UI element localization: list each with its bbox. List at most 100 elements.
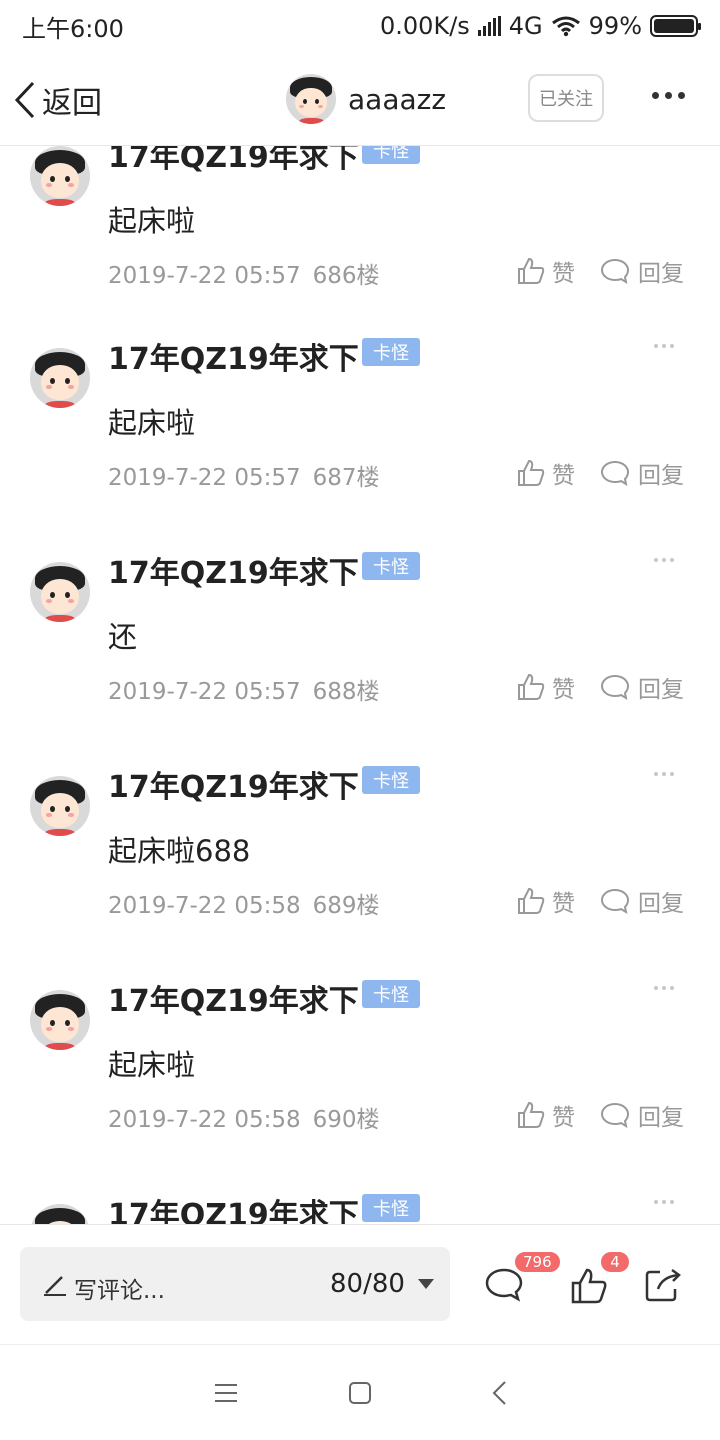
pencil-icon — [44, 1276, 66, 1296]
share-icon[interactable] — [644, 1267, 682, 1303]
like-button[interactable]: 赞 — [516, 670, 575, 704]
post-time: 2019-7-22 05:58 — [108, 893, 301, 919]
floor-number: 686楼 — [312, 263, 380, 289]
post-meta: 2019-7-22 05:57 686楼 — [108, 256, 380, 290]
comment-count-badge: 796 — [514, 1251, 561, 1273]
post-more-icon[interactable] — [654, 986, 674, 990]
floor-number: 687楼 — [312, 465, 380, 491]
thumb-up-icon — [518, 887, 545, 914]
author-name[interactable]: 17年QZ19年求下 — [108, 762, 359, 806]
like-button[interactable]: 赞 — [516, 1098, 575, 1132]
level-badge: 卡怪 — [362, 146, 420, 164]
avatar[interactable] — [30, 776, 90, 836]
bottom-action-bar: 写评论... 80/80 796 4 — [0, 1224, 720, 1344]
network-type: 4G — [508, 12, 543, 40]
post-content: 起床啦 — [108, 406, 196, 440]
comment-placeholder: 写评论... — [74, 1278, 165, 1304]
reply-label: 回复 — [638, 891, 684, 917]
reply-label: 回复 — [638, 261, 684, 287]
home-icon[interactable] — [348, 1381, 372, 1405]
menu-icon[interactable] — [214, 1381, 238, 1405]
reply-label: 回复 — [638, 677, 684, 703]
like-label: 赞 — [552, 891, 575, 917]
thumb-up-icon — [518, 257, 545, 284]
list-item: 17年QZ19年求下 卡怪 还 2019-7-22 05:57 688楼 赞 回复 — [0, 552, 720, 776]
avatar[interactable] — [30, 562, 90, 622]
author-name[interactable]: 17年QZ19年求下 — [108, 548, 359, 592]
like-label: 赞 — [552, 463, 575, 489]
wifi-icon — [551, 16, 580, 37]
chat-bubble-icon — [600, 258, 630, 285]
status-time: 上午6:00 — [22, 14, 124, 43]
thumb-up-icon[interactable] — [570, 1267, 608, 1305]
comments-icon[interactable] — [484, 1267, 524, 1303]
thumb-up-icon — [518, 1101, 545, 1128]
level-badge: 卡怪 — [362, 338, 420, 366]
thread-owner[interactable]: aaaazz — [286, 74, 446, 124]
status-indicators: 0.00K/s 4G 99% — [380, 12, 701, 40]
author-name[interactable]: 17年QZ19年求下 — [108, 146, 359, 176]
back-nav-icon[interactable] — [490, 1381, 510, 1405]
thumb-up-icon — [518, 459, 545, 486]
floor-number: 688楼 — [312, 679, 380, 705]
list-item: 17年QZ19年求下 卡怪 — [0, 1194, 720, 1224]
like-label: 赞 — [552, 677, 575, 703]
more-menu-icon[interactable] — [652, 92, 685, 99]
list-item: 17年QZ19年求下 卡怪 起床啦 2019-7-22 05:58 690楼 赞 … — [0, 980, 720, 1204]
thumb-up-icon — [518, 673, 545, 700]
avatar[interactable] — [30, 146, 90, 206]
post-meta: 2019-7-22 05:58 689楼 — [108, 886, 380, 920]
avatar[interactable] — [30, 1204, 90, 1224]
chat-bubble-icon — [600, 1102, 630, 1129]
post-content: 起床啦 — [108, 1048, 196, 1082]
reply-button[interactable]: 回复 — [600, 1098, 684, 1132]
top-nav: 返回 aaaazz 已关注 — [0, 52, 720, 146]
post-time: 2019-7-22 05:57 — [108, 465, 301, 491]
post-content: 还 — [108, 620, 138, 654]
floor-number: 690楼 — [312, 1107, 380, 1133]
reply-button[interactable]: 回复 — [600, 254, 684, 288]
post-more-icon[interactable] — [654, 344, 674, 348]
back-button[interactable]: 返回 — [14, 78, 102, 122]
comment-input[interactable]: 写评论... 80/80 — [20, 1247, 450, 1321]
like-button[interactable]: 赞 — [516, 884, 575, 918]
username: aaaazz — [348, 82, 447, 116]
list-item: 17年QZ19年求下 卡怪 起床啦 2019-7-22 05:57 687楼 赞 … — [0, 338, 720, 562]
reply-button[interactable]: 回复 — [600, 884, 684, 918]
post-more-icon[interactable] — [654, 772, 674, 776]
author-name[interactable]: 17年QZ19年求下 — [108, 976, 359, 1020]
post-meta: 2019-7-22 05:57 688楼 — [108, 672, 380, 706]
net-speed: 0.00K/s — [380, 12, 470, 40]
post-time: 2019-7-22 05:58 — [108, 1107, 301, 1133]
list-item: 17年QZ19年求下 卡怪 起床啦 2019-7-22 05:57 686楼 赞 … — [0, 146, 720, 360]
follow-button[interactable]: 已关注 — [528, 74, 604, 122]
battery-icon — [650, 15, 701, 37]
reply-label: 回复 — [638, 1105, 684, 1131]
avatar[interactable] — [30, 348, 90, 408]
level-badge: 卡怪 — [362, 552, 420, 580]
author-name[interactable]: 17年QZ19年求下 — [108, 334, 359, 378]
like-button[interactable]: 赞 — [516, 254, 575, 288]
level-badge: 卡怪 — [362, 1194, 420, 1222]
post-meta: 2019-7-22 05:57 687楼 — [108, 458, 380, 492]
like-button[interactable]: 赞 — [516, 456, 575, 490]
post-more-icon[interactable] — [654, 558, 674, 562]
battery-percent: 99% — [588, 12, 642, 40]
author-name[interactable]: 17年QZ19年求下 — [108, 1190, 359, 1224]
post-time: 2019-7-22 05:57 — [108, 263, 301, 289]
list-item: 17年QZ19年求下 卡怪 起床啦688 2019-7-22 05:58 689楼… — [0, 766, 720, 990]
system-nav-bar — [0, 1344, 720, 1440]
level-badge: 卡怪 — [362, 980, 420, 1008]
floor-number: 689楼 — [312, 893, 380, 919]
post-more-icon[interactable] — [654, 1200, 674, 1204]
reply-list[interactable]: 17年QZ19年求下 卡怪 起床啦 2019-7-22 05:57 686楼 赞 … — [0, 146, 720, 1224]
signal-icon — [477, 16, 501, 36]
caret-down-icon[interactable] — [418, 1279, 434, 1289]
level-badge: 卡怪 — [362, 766, 420, 794]
page-indicator[interactable]: 80/80 — [330, 1269, 405, 1299]
reply-button[interactable]: 回复 — [600, 670, 684, 704]
reply-button[interactable]: 回复 — [600, 456, 684, 490]
post-content: 起床啦688 — [108, 834, 251, 868]
post-time: 2019-7-22 05:57 — [108, 679, 301, 705]
avatar[interactable] — [30, 990, 90, 1050]
